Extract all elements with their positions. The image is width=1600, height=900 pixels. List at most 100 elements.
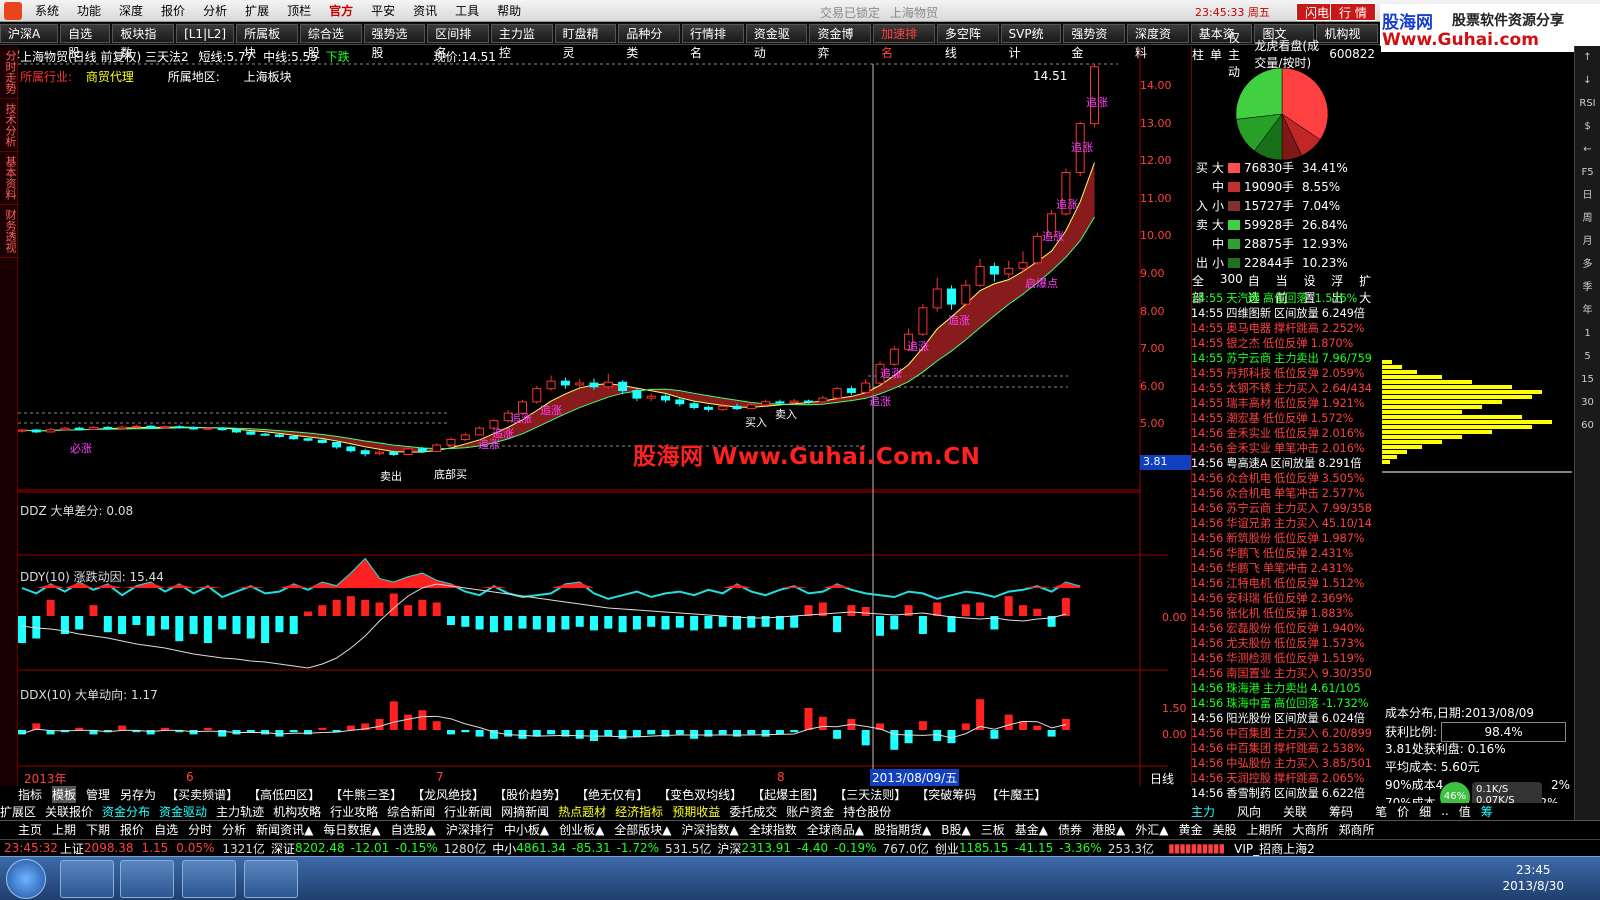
toolbar-btn-active[interactable]: 加速排名 <box>873 24 935 60</box>
alert-row[interactable]: 14:56 新筑股份 低位反弹 1.987% <box>1191 531 1381 546</box>
menu-tools[interactable]: 工具 <box>446 2 488 19</box>
toolbar-btn[interactable]: 主力监控 <box>490 24 553 60</box>
market-tab[interactable]: 主页 <box>18 821 42 838</box>
indicator-tab[interactable]: 另存为 <box>120 786 156 803</box>
tab-small[interactable]: 笔 <box>1375 803 1387 820</box>
menu-news[interactable]: 资讯 <box>404 2 446 19</box>
toolbar-btn[interactable]: 行情排名 <box>682 24 744 60</box>
tab-chips[interactable]: 筹码 <box>1329 803 1353 820</box>
side-tool-icon[interactable]: 月 <box>1575 230 1600 253</box>
indicator-tab[interactable]: 【牛魔王】 <box>986 786 1046 803</box>
alert-row[interactable]: 14:55 潮宏基 低位反弹 1.572% <box>1191 411 1381 426</box>
indicator-tab[interactable]: 指标 <box>18 786 42 803</box>
side-tool-icon[interactable]: RSI <box>1575 92 1600 115</box>
alert-row[interactable]: 14:56 众合机电 单笔冲击 2.577% <box>1191 486 1381 501</box>
market-tab[interactable]: 外汇▲ <box>1135 821 1168 838</box>
indicator-tab[interactable]: 【龙风绝技】 <box>412 786 484 803</box>
market-tab[interactable]: 三板 <box>981 821 1005 838</box>
alert-row[interactable]: 14:56 华鹏飞 单笔冲击 2.431% <box>1191 561 1381 576</box>
extension-tab[interactable]: 行业攻略 <box>330 803 378 820</box>
taskbar-browser-icon[interactable] <box>182 860 236 898</box>
market-tab[interactable]: 分析 <box>222 821 246 838</box>
menu-system[interactable]: 系统 <box>26 2 68 19</box>
menu-function[interactable]: 功能 <box>68 2 110 19</box>
alert-row[interactable]: 14:56 南国置业 主力买入 9.30/350 <box>1191 666 1381 681</box>
alert-row[interactable]: 14:56 中百集团 撑杆跳高 2.538% <box>1191 741 1381 756</box>
market-tab[interactable]: 全球指数 <box>749 821 797 838</box>
tab-small[interactable]: .. <box>1441 804 1449 818</box>
toolbar-btn[interactable]: 综合选股 <box>299 24 362 60</box>
market-tab[interactable]: 债券 <box>1058 821 1082 838</box>
market-tab[interactable]: 全球商品▲ <box>807 821 864 838</box>
alert-row[interactable]: 14:56 金禾实业 低位反弹 2.016% <box>1191 426 1381 441</box>
alert-row[interactable]: 14:56 华鹏飞 低位反弹 2.431% <box>1191 546 1381 561</box>
indicator-tab[interactable]: 【三天法则】 <box>834 786 906 803</box>
alert-row[interactable]: 14:56 华谊兄弟 主力买入 45.10/14 <box>1191 516 1381 531</box>
toolbar-btn[interactable]: 深度资料 <box>1127 24 1189 60</box>
tab-financial[interactable]: 财务透视 <box>0 205 20 258</box>
indicator-tab[interactable]: 管理 <box>86 786 110 803</box>
alert-row[interactable]: 14:55 天汽模 高位回落 -1.576% <box>1191 291 1381 306</box>
alert-row[interactable]: 14:56 天润控股 撑杆跳高 2.065% <box>1191 771 1381 786</box>
indicator-tab[interactable]: 【买卖频谱】 <box>166 786 238 803</box>
market-tab[interactable]: 股指期货▲ <box>874 821 931 838</box>
tab-main-force[interactable]: 主力 <box>1191 803 1215 820</box>
alert-row[interactable]: 14:56 众合机电 低位反弹 3.505% <box>1191 471 1381 486</box>
alert-row[interactable]: 14:56 中弘股份 主力买入 3.85/501 <box>1191 756 1381 771</box>
market-tab[interactable]: 上期所 <box>1246 821 1282 838</box>
extension-tab[interactable]: 主力轨迹 <box>216 803 264 820</box>
alert-row[interactable]: 14:55 丹邦科技 低位反弹 2.059% <box>1191 366 1381 381</box>
period-label[interactable]: 日线 <box>1150 770 1174 787</box>
extension-tab[interactable]: 资金分布 <box>102 803 150 820</box>
indicator-tab[interactable]: 【绝无仅有】 <box>576 786 648 803</box>
indicator-tab[interactable]: 【高低四区】 <box>248 786 320 803</box>
market-tab[interactable]: 自选股▲ <box>391 821 436 838</box>
alert-row[interactable]: 14:55 苏宁云商 主力卖出 7.96/759 <box>1191 351 1381 366</box>
quote-button[interactable]: 行 情 <box>1330 3 1376 21</box>
windows-start-icon[interactable] <box>6 859 46 899</box>
side-tool-icon[interactable]: F5 <box>1575 161 1600 184</box>
indicator-tab[interactable]: 【牛熊三圣】 <box>330 786 402 803</box>
menu-analysis[interactable]: 分析 <box>194 2 236 19</box>
taskbar-app-icon[interactable] <box>60 860 114 898</box>
side-tool-icon[interactable]: 季 <box>1575 276 1600 299</box>
market-tab[interactable]: 报价 <box>120 821 144 838</box>
alert-row[interactable]: 14:56 安科瑞 低位反弹 2.369% <box>1191 591 1381 606</box>
extension-tab[interactable]: 持仓股份 <box>843 803 891 820</box>
alert-row[interactable]: 14:56 珠海港 主力卖出 4.61/105 <box>1191 681 1381 696</box>
alert-row[interactable]: 14:56 华测检测 低位反弹 1.519% <box>1191 651 1381 666</box>
menu-quote[interactable]: 报价 <box>152 2 194 19</box>
taskbar-app-icon[interactable] <box>120 860 174 898</box>
side-tool-icon[interactable]: 多 <box>1575 253 1600 276</box>
extension-tab[interactable]: 账户资金 <box>786 803 834 820</box>
menu-depth[interactable]: 深度 <box>110 2 152 19</box>
market-tab[interactable]: 黄金 <box>1178 821 1202 838</box>
tab-technical[interactable]: 技术分析 <box>0 99 20 152</box>
toolbar-btn[interactable]: 强势选股 <box>363 24 426 60</box>
menu-help[interactable]: 帮助 <box>488 2 530 19</box>
alert-row[interactable]: 14:56 张化机 低位反弹 1.883% <box>1191 606 1381 621</box>
extension-tab[interactable]: 委托成交 <box>729 803 777 820</box>
alert-row[interactable]: 14:56 粤高速A 区间放量 8.291倍 <box>1191 456 1381 471</box>
toolbar-btn[interactable]: 自选股 <box>60 24 111 60</box>
market-tab[interactable]: 沪深指数▲ <box>682 821 739 838</box>
alert-row[interactable]: 14:56 江特电机 低位反弹 1.512% <box>1191 576 1381 591</box>
alert-row[interactable]: 14:55 太钢不锈 主力买入 2.64/434 <box>1191 381 1381 396</box>
side-tool-icon[interactable]: 5 <box>1575 345 1600 368</box>
extension-tab[interactable]: 关联报价 <box>45 803 93 820</box>
alert-row[interactable]: 14:56 中百集团 主力买入 6.20/899 <box>1191 726 1381 741</box>
toolbar-btn[interactable]: [L1|L2] <box>176 24 235 43</box>
extension-tab[interactable]: 机构攻略 <box>273 803 321 820</box>
extension-tab[interactable]: 资金驱动 <box>159 803 207 820</box>
extension-tab[interactable]: 经济指标 <box>615 803 663 820</box>
alert-row[interactable]: 14:56 阳光股份 区间放量 6.024倍 <box>1191 711 1381 726</box>
alert-row[interactable]: 14:55 瑞丰高材 低位反弹 1.921% <box>1191 396 1381 411</box>
market-tab[interactable]: 分时 <box>188 821 212 838</box>
alert-row[interactable]: 14:56 香雪制药 区间放量 6.622倍 <box>1191 786 1381 801</box>
taskbar-image-icon[interactable] <box>244 860 298 898</box>
market-tab[interactable]: 新闻资讯▲ <box>256 821 313 838</box>
menu-official[interactable]: 官方 <box>320 2 362 19</box>
side-tool-icon[interactable]: 日 <box>1575 184 1600 207</box>
market-tab[interactable]: 基金▲ <box>1015 821 1048 838</box>
toolbar-btn[interactable]: 沪深A股 <box>0 24 59 60</box>
